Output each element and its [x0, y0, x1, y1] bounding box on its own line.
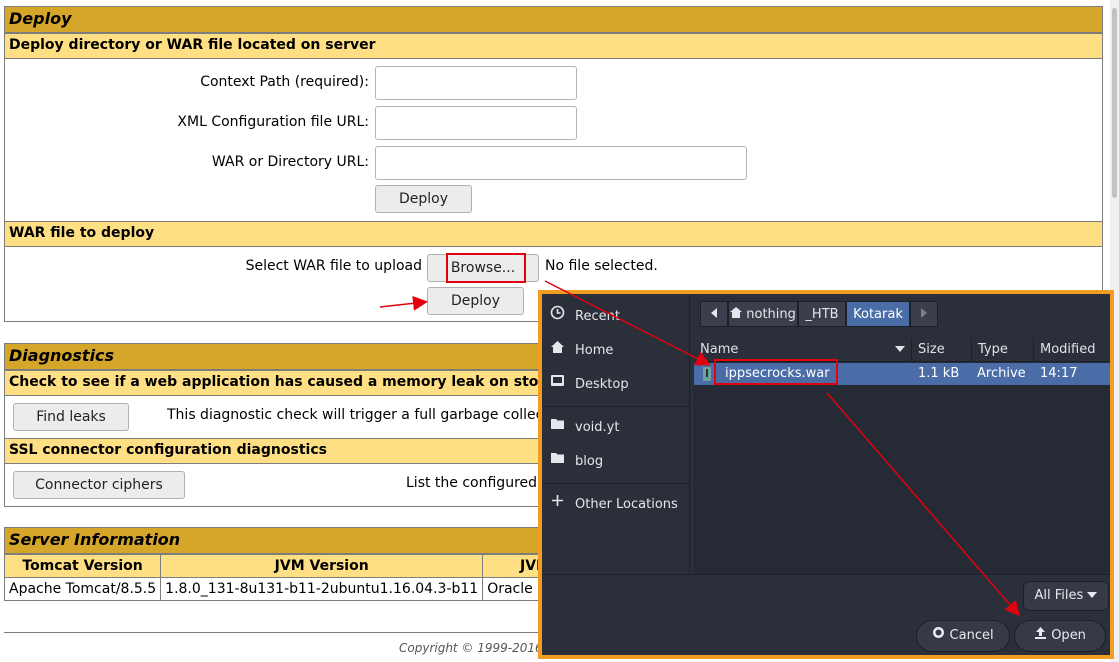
arrow-to-deploy — [379, 295, 428, 311]
arrow-browse-to-file — [544, 280, 711, 366]
annotation-arrows — [379, 280, 1020, 617]
arrow-file-to-open — [826, 392, 1020, 617]
